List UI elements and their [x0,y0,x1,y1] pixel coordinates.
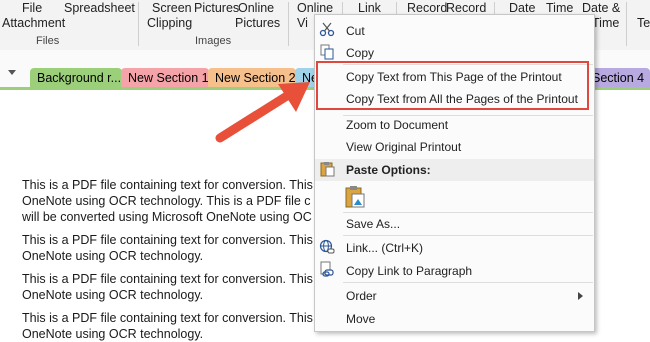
menu-separator [343,212,593,213]
link-icon [318,239,336,257]
date-time-button-line2[interactable]: Time [592,16,619,30]
tab-background[interactable]: Background r... [30,68,122,88]
spreadsheet-button[interactable]: Spreadsheet [64,1,135,15]
highlight-box [316,61,589,110]
menu-separator [343,235,593,236]
dropdown-arrow-icon[interactable] [8,70,16,75]
ribbon-separator [138,2,139,46]
paragraph-3-line-2: OneNote using OCR technology. [22,288,204,302]
menu-item-save-as[interactable]: Save As... [346,217,400,231]
file-attachment-button-line1[interactable]: File [22,1,42,15]
menu-item-copy-link-to-paragraph[interactable]: Copy Link to Paragraph [346,264,472,278]
online-pictures-button-line1[interactable]: Online [238,1,274,15]
date-time-button-line1[interactable]: Date & [582,1,620,15]
menu-item-view-original-printout[interactable]: View Original Printout [346,140,461,154]
paragraph-3-line-1: This is a PDF file containing text for c… [22,272,313,286]
date-button[interactable]: Date [509,1,535,15]
paragraph-2-line-2: OneNote using OCR technology. [22,249,204,263]
menu-item-zoom-to-document[interactable]: Zoom to Document [346,118,448,132]
record-audio-button[interactable]: Record [407,1,447,15]
copy-link-icon [318,261,336,279]
templates-button[interactable]: Te [637,16,650,30]
copy-icon [318,44,336,62]
screen-clipping-button-line1[interactable]: Screen [152,1,192,15]
paragraph-2-line-1: This is a PDF file containing text for c… [22,233,313,247]
file-attachment-button-line2[interactable]: Attachment [2,16,65,30]
online-video-button-line2[interactable]: Vi [297,16,308,30]
menu-item-copy[interactable]: Copy [346,46,374,60]
menu-separator [343,115,593,116]
paste-icon [318,161,336,179]
scissors-icon [318,21,336,39]
screen-clipping-button-line2[interactable]: Clipping [147,16,192,30]
ribbon-separator [626,2,627,46]
paragraph-4-line-1: This is a PDF file containing text for c… [22,311,313,325]
menu-item-link[interactable]: Link... (Ctrl+K) [346,241,423,255]
menu-separator [343,282,593,283]
paragraph-1-line-3: will be converted using Microsoft OneNot… [22,210,312,224]
paragraph-1-line-1: This is a PDF file containing text for c… [22,178,313,192]
paste-keep-formatting-icon[interactable] [344,185,366,209]
menu-item-order[interactable]: Order [346,289,377,303]
paragraph-4-line-2: OneNote using OCR technology. [22,327,204,341]
group-images-label: Images [195,35,232,47]
tab-new-section-1[interactable]: New Section 1 [121,68,209,88]
online-video-button-line1[interactable]: Online [297,1,333,15]
time-button[interactable]: Time [546,1,573,15]
online-pictures-button-line2[interactable]: Pictures [235,16,280,30]
paste-options-label: Paste Options: [346,163,431,177]
paragraph-1-line-2: OneNote using OCR technology. This is a … [22,194,311,208]
tab-section-4[interactable]: Section 4 [590,68,650,88]
link-button[interactable]: Link [358,1,381,15]
menu-item-move[interactable]: Move [346,312,375,326]
record-video-button[interactable]: Record [446,1,486,15]
submenu-arrow-icon [578,292,583,300]
annotation-arrow-icon [215,82,310,143]
pictures-button[interactable]: Pictures [194,1,239,15]
group-files-label: Files [36,35,60,47]
ribbon-separator [288,2,289,46]
menu-item-cut[interactable]: Cut [346,24,365,38]
